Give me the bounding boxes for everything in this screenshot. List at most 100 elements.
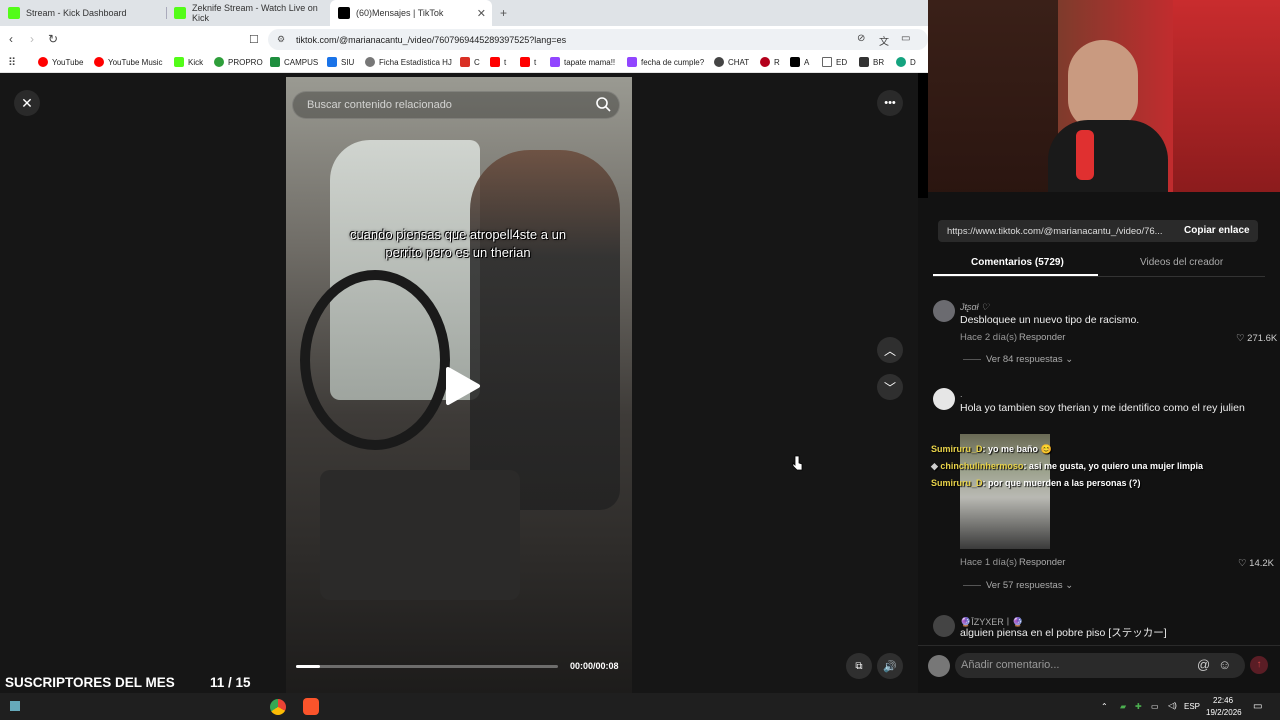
reload-icon[interactable]: ↻ [48,32,58,46]
search-icon[interactable] [595,96,611,112]
tab-tiktok-messages[interactable]: (60)Mensajes | TikTok ✕ [330,0,492,26]
bookmark-fecha[interactable]: fecha de cumple? [627,57,704,67]
bookmark-ficha[interactable]: Ficha Estadística HJ [365,57,452,67]
panel-top-edge [928,192,1280,198]
avatar[interactable] [933,300,955,322]
video-frame-person [470,150,620,510]
copy-link-button[interactable]: Copiar enlace [1184,225,1250,236]
volume-icon[interactable]: ◁) [1168,701,1177,710]
bookmark-label: A [804,57,810,67]
volume-button[interactable]: 🔊 [877,653,903,679]
bookmark-siu[interactable]: SIU [327,57,354,67]
bookmark-d[interactable]: D [896,57,916,67]
chat-badge-icon: ◆ [931,461,941,471]
brave-icon[interactable] [303,698,319,715]
video-caption: cuando piensas que atropell4ste a un per… [349,227,567,260]
eye-off-icon[interactable]: ⊘ [857,33,865,44]
chevron-down-icon: ⌄ [1065,580,1074,591]
bookmark-label: Kick [188,57,204,67]
emoji-icon[interactable]: ☺ [1218,657,1231,672]
close-tab-icon[interactable]: ✕ [477,7,486,20]
siu-icon [327,57,337,67]
show-hidden-icons[interactable]: ⌃ [1101,702,1108,711]
comment-username[interactable]: Jŧʂɑł ♡ [960,302,989,313]
forward-icon[interactable]: › [30,32,34,46]
clock-date[interactable]: 19/2/2026 [1206,708,1242,717]
campus-icon [270,57,280,67]
nvidia-icon[interactable]: ▰ [1120,702,1126,711]
network-icon[interactable]: ▭ [1151,702,1159,711]
bookmark-chat[interactable]: CHAT [714,57,749,67]
tab-zeknife-stream[interactable]: Zeknife Stream - Watch Live on Kick [166,0,330,26]
bookmark-t1[interactable]: t [490,57,506,67]
chat-text: : yo me baño 😊 [982,444,1052,454]
tab-divider [933,276,1265,277]
progress-fill [296,665,320,668]
floating-player-button[interactable]: ⧉ [846,653,872,679]
tab-creator-videos[interactable]: Videos del creador [1140,257,1223,268]
bookmark-folder-ed[interactable]: ED [822,57,847,67]
bookmark-youtube-music[interactable]: YouTube Music [94,57,163,67]
avatar[interactable] [933,615,955,637]
view-replies-button[interactable]: Ver 84 respuestas ⌄ [986,354,1073,365]
bookmark-icon[interactable]: ☐ [249,33,259,46]
bookmark-kick[interactable]: Kick [174,57,203,67]
previous-video-button[interactable]: ︿ [877,337,903,363]
back-icon[interactable]: ‹ [9,32,13,46]
mention-icon[interactable]: @ [1197,657,1210,672]
related-search-placeholder[interactable]: Buscar contenido relacionado [307,99,452,111]
windows-start-icon[interactable] [10,701,20,711]
bookmark-youtube[interactable]: YouTube [38,57,83,67]
more-icon: ••• [884,97,896,109]
close-icon: ✕ [21,94,33,111]
bookmark-campus[interactable]: CAMPUS [270,57,318,67]
reply-button[interactable]: Responder [1019,332,1065,343]
comment-placeholder[interactable]: Añadir comentario... [961,659,1059,671]
view-replies-button[interactable]: Ver 57 respuestas ⌄ [986,580,1073,591]
language-indicator[interactable]: ESP [1184,702,1200,711]
avatar[interactable] [933,388,955,410]
chat-message: Sumiruru_D: por que muerden a las person… [931,478,1141,488]
chat-text: : asi me gusta, yo quiero una mujer limp… [1023,461,1203,471]
site-info-icon[interactable]: ⚙ [277,34,285,45]
translate-icon[interactable]: 文 [879,33,889,48]
like-count: 14.2K [1249,558,1274,569]
tray-app-icon[interactable]: ✚ [1135,702,1142,711]
bookmark-label: YouTube Music [108,57,163,67]
url-text[interactable]: tiktok.com/@marianacantu_/video/76079694… [296,35,566,45]
like-button[interactable]: ♡ 271.6K [1236,333,1277,344]
close-viewer-button[interactable]: ✕ [14,90,40,116]
bookmark-propro[interactable]: PROPRO [214,57,263,67]
reply-button[interactable]: Responder [1019,557,1065,568]
like-button[interactable]: ♡ 14.2K [1238,558,1274,569]
bookmark-label: CHAT [728,57,750,67]
progress-track[interactable] [296,665,558,668]
avatar [928,655,950,677]
river-icon [760,57,770,67]
share-link-text[interactable]: https://www.tiktok.com/@marianacantu_/vi… [947,226,1175,237]
new-tab-button[interactable]: + [500,6,507,20]
view-replies-label: Ver 57 respuestas [986,580,1063,591]
bookmark-c[interactable]: C [460,57,480,67]
clock-time[interactable]: 22:46 [1213,696,1233,705]
arrow-up-icon: ↑ [1256,659,1262,670]
bookmark-br[interactable]: BR [859,57,884,67]
play-icon[interactable] [440,365,482,407]
cast-icon[interactable]: ▭ [901,33,910,44]
next-video-button[interactable]: ﹀ [877,374,903,400]
chat-username: Sumiruru_D [931,478,983,488]
bookmark-a[interactable]: A [790,57,809,67]
tab-kick-dashboard[interactable]: Stream - Kick Dashboard [0,0,166,26]
comment-username[interactable]: . [960,389,963,399]
twitch-icon [627,57,637,67]
bookmark-r[interactable]: R [760,57,780,67]
chrome-icon[interactable] [270,699,286,715]
bookmark-label: tapate mama!! [564,57,616,67]
bookmark-t2[interactable]: t [520,57,536,67]
post-comment-button[interactable]: ↑ [1250,656,1268,674]
more-options-button[interactable]: ••• [877,90,903,116]
apps-icon[interactable]: ⠿ [8,56,16,69]
notifications-icon[interactable]: ▭ [1253,701,1262,712]
tab-comments[interactable]: Comentarios (5729) [971,257,1064,268]
bookmark-tapate[interactable]: tapate mama!! [550,57,615,67]
